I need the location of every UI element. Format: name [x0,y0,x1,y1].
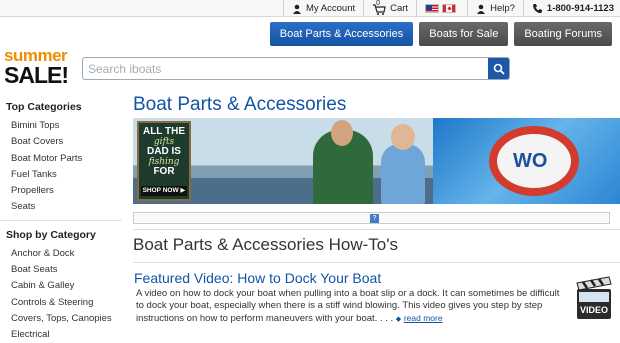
user-icon [293,4,302,14]
hero-banner[interactable]: WO ALL THE gifts DAD IS fishing FOR SHOP… [133,118,620,204]
phone-label: 1-800-914-1123 [546,3,614,14]
summer-sale-logo[interactable]: summer SALE! [4,47,78,88]
divider [133,262,620,263]
us-flag-icon[interactable] [425,4,440,13]
my-account-label: My Account [306,3,356,14]
bullet-icon: ◆ [395,316,402,323]
shop-by-category-heading: Shop by Category [0,219,122,246]
shop-now-button[interactable]: SHOP NOW ▶ [141,186,187,196]
promo-line3: DAD IS [147,146,181,157]
sidebar-item-propellers[interactable]: Propellers [0,183,122,199]
help-link[interactable]: Help? [467,0,523,17]
ad-strip[interactable]: ? [133,212,610,224]
sidebar-item-covers-tops-canopies[interactable]: Covers, Tops, Canopies [0,311,122,327]
help-label: Help? [490,3,515,14]
hero-tow-tube: WO [489,126,579,196]
phone-icon [532,4,542,14]
sidebar-item-boat-covers[interactable]: Boat Covers [0,134,122,150]
my-account-link[interactable]: My Account [283,0,363,17]
main-nav: Boat Parts & Accessories Boats for Sale … [269,22,612,46]
search-box [82,57,510,80]
page-title: Boat Parts & Accessories [133,94,347,115]
phone-number[interactable]: 1-800-914-1123 [522,0,620,17]
sidebar-item-boat-motor-parts[interactable]: Boat Motor Parts [0,151,122,167]
tab-boats-for-sale[interactable]: Boats for Sale [419,22,509,46]
tab-boating-forums[interactable]: Boating Forums [514,22,612,46]
read-more-link[interactable]: read more [404,313,443,323]
divider [133,229,620,230]
cart-icon: 0 [372,0,386,15]
top-categories-list: Bimini Tops Boat Covers Boat Motor Parts… [0,118,122,216]
sidebar-item-seats[interactable]: Seats [0,199,122,215]
video-clapper-icon[interactable]: VIDEO [573,275,613,321]
featured-video-link[interactable]: Featured Video: How to Dock Your Boat [134,270,381,286]
shop-by-category-list: Anchor & Dock Boat Seats Cabin & Galley … [0,246,122,343]
ad-info-icon[interactable]: ? [370,214,379,223]
category-sidebar: Top Categories Bimini Tops Boat Covers B… [0,95,122,343]
sidebar-item-bimini-tops[interactable]: Bimini Tops [0,118,122,134]
search-input[interactable] [88,58,483,79]
canada-flag-icon[interactable] [442,4,457,13]
help-user-icon [477,4,486,14]
hero-man-head [331,120,353,146]
hero-child-head [391,124,415,150]
promo-chalkboard[interactable]: ALL THE gifts DAD IS fishing FOR SHOP NO… [137,121,191,201]
promo-line5: FOR [153,166,175,177]
cart-link[interactable]: 0 Cart [363,0,416,17]
promo-line1: ALL THE [142,126,186,137]
search-button[interactable] [488,58,509,79]
featured-desc-text: A video on how to dock your boat when pu… [136,288,560,324]
cart-label: Cart [390,3,409,14]
sidebar-item-boat-seats[interactable]: Boat Seats [0,262,122,278]
tab-boat-parts[interactable]: Boat Parts & Accessories [269,22,414,46]
sidebar-item-controls-steering[interactable]: Controls & Steering [0,295,122,311]
logo-line2: SALE! [4,62,69,88]
sidebar-item-anchor-dock[interactable]: Anchor & Dock [0,246,122,262]
main-content: Boat Parts & Accessories WO ALL THE gift… [133,92,620,324]
sidebar-item-electrical[interactable]: Electrical [0,327,122,343]
hero-child-figure [381,144,425,204]
sidebar-item-cabin-galley[interactable]: Cabin & Galley [0,278,122,294]
top-categories-heading: Top Categories [6,101,82,113]
country-selector[interactable] [416,0,467,17]
video-badge: VIDEO [580,305,608,315]
howto-heading: Boat Parts & Accessories How-To's [133,235,398,254]
search-icon [493,63,505,75]
sidebar-item-fuel-tanks[interactable]: Fuel Tanks [0,167,122,183]
featured-video-description: A video on how to dock your boat when pu… [136,288,566,326]
cart-count: 0 [376,0,381,7]
top-utility-bar: My Account 0 Cart Help? 1-800-914-1123 [0,0,620,17]
tube-logo-text: WO [513,150,548,172]
